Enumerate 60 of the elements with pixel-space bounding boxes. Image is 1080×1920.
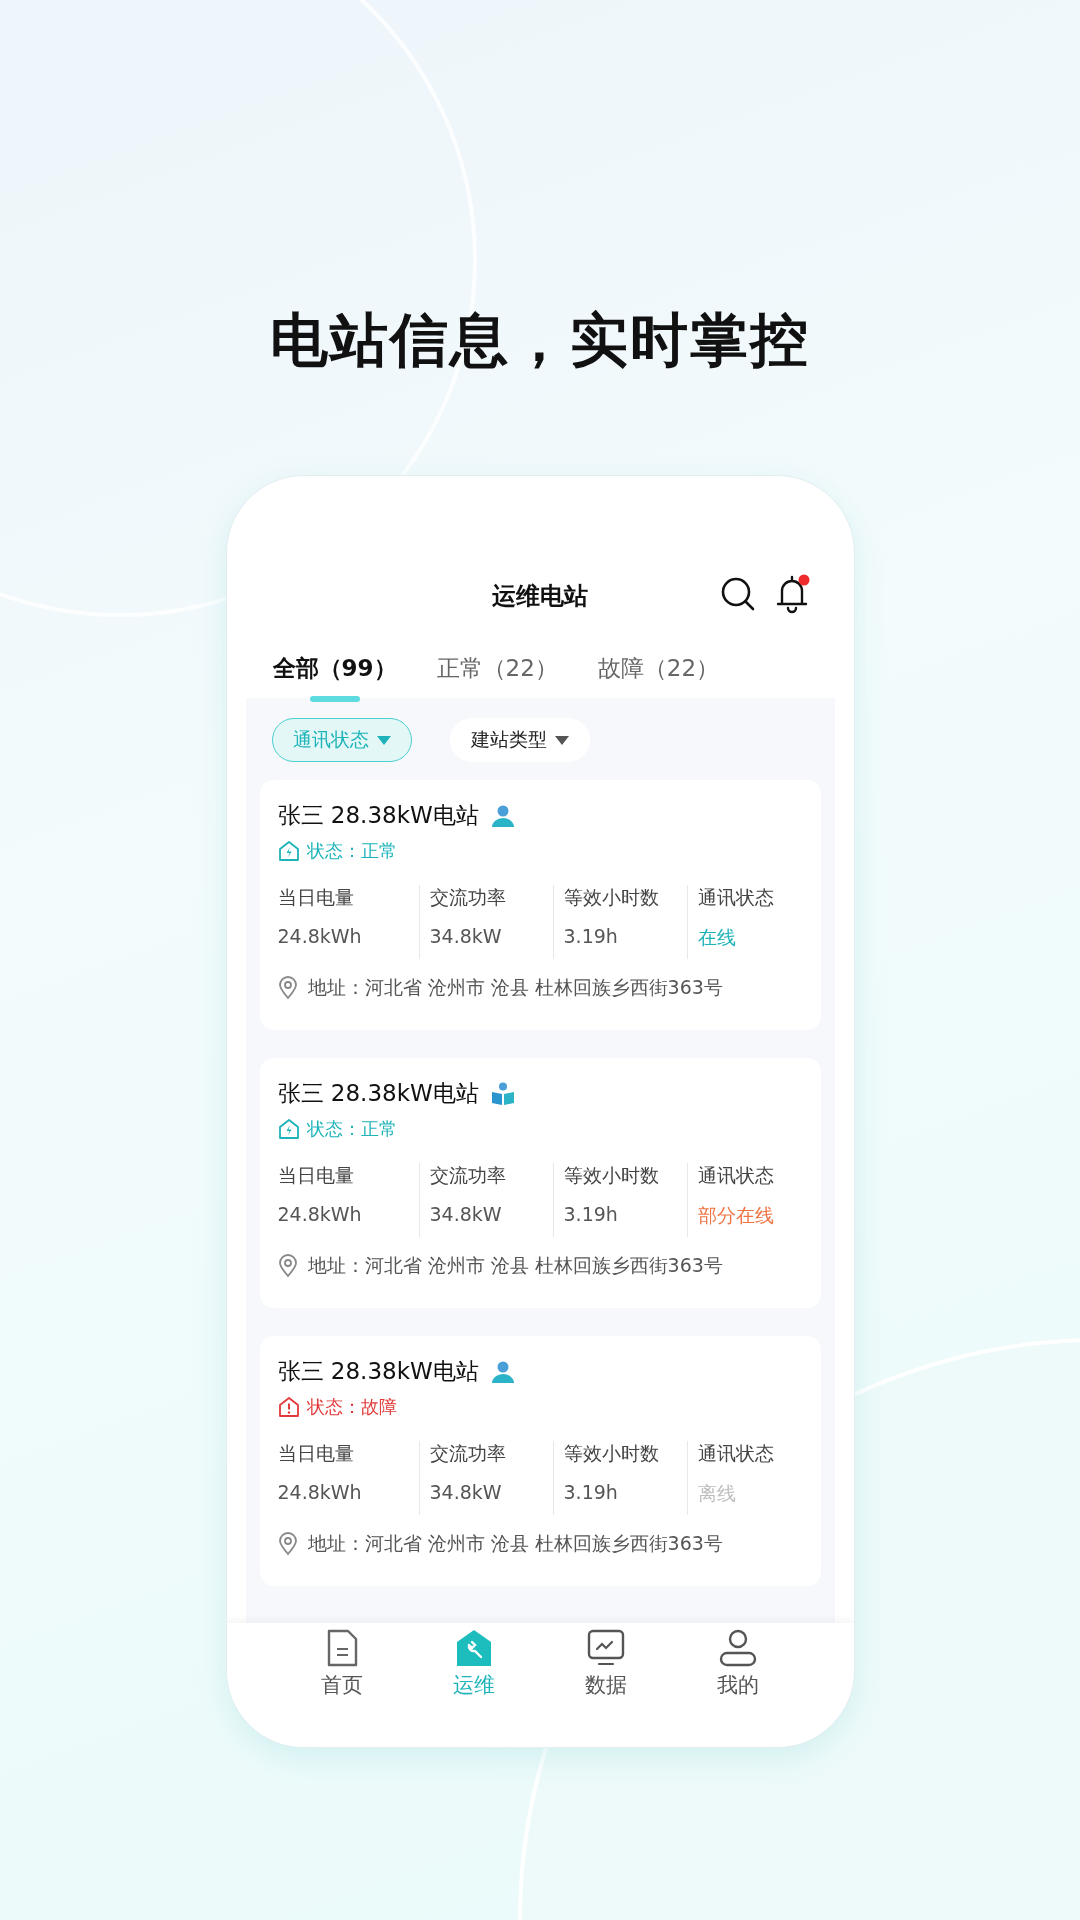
location-pin-icon	[277, 976, 298, 1000]
stat-value: 3.19h	[563, 1481, 619, 1503]
stat-value: 在线	[697, 925, 737, 950]
stat-value: 3.19h	[563, 1203, 619, 1225]
stat-value: 24.8kWh	[277, 1481, 363, 1503]
location-pin-icon	[277, 1254, 298, 1278]
page-title: 运维电站	[492, 581, 588, 612]
stat-label: 交流功率	[429, 885, 507, 910]
stat-value: 34.8kW	[429, 1481, 503, 1503]
monitor-chart-icon	[586, 1629, 625, 1667]
location-pin-icon	[277, 1532, 298, 1556]
search-icon[interactable]	[719, 576, 756, 612]
power-house-icon	[277, 1118, 300, 1140]
person-icon	[490, 803, 515, 828]
stat-value: 34.8kW	[429, 1203, 503, 1225]
station-name: 张三 28.38kW电站	[277, 1079, 479, 1108]
stat-label: 等效小时数	[563, 1441, 660, 1466]
tab[interactable]: 全部（99）	[272, 644, 397, 702]
stat-label: 等效小时数	[563, 885, 660, 910]
stat-value: 24.8kWh	[277, 1203, 363, 1225]
caret-icon	[554, 735, 569, 745]
headline: 电站信息，实时掌控	[270, 305, 810, 375]
warning-house-icon	[277, 1396, 300, 1418]
station-status: 状态：正常	[306, 839, 397, 863]
tab[interactable]: 正常（22）	[436, 644, 558, 702]
nav-tab[interactable]: 首页	[321, 1629, 364, 1701]
station-card[interactable]: 张三 28.38kW电站 状态：故障 当日电量 24.8kWh 交流功率 34.8kW 等效小时数 3.19h 通讯状态 离线 地址：河北省 沧州市 沧县 杜林回族乡西街363号	[259, 1336, 821, 1586]
stat-label: 当日电量	[277, 885, 355, 910]
station-status: 状态：正常	[306, 1117, 397, 1141]
station-status: 状态：故障	[306, 1395, 397, 1419]
stat-value: 部分在线	[697, 1203, 775, 1228]
station-name: 张三 28.38kW电站	[277, 801, 479, 830]
stat-label: 当日电量	[277, 1163, 355, 1188]
user-icon	[718, 1629, 757, 1667]
stat-label: 交流功率	[429, 1163, 507, 1188]
caret-icon	[376, 735, 391, 745]
stat-label: 通讯状态	[697, 885, 775, 910]
stat-value: 24.8kWh	[277, 925, 363, 947]
reader-icon	[490, 1081, 515, 1106]
stat-value: 34.8kW	[429, 925, 503, 947]
tab[interactable]: 故障（22）	[597, 644, 720, 702]
stat-label: 通讯状态	[697, 1163, 775, 1188]
stat-label: 等效小时数	[563, 1163, 660, 1188]
stat-label: 通讯状态	[697, 1441, 775, 1466]
station-address: 地址：河北省 沧州市 沧县 杜林回族乡西街363号	[307, 975, 723, 1000]
stat-label: 当日电量	[277, 1441, 355, 1466]
station-name: 张三 28.38kW电站	[277, 1357, 479, 1386]
station-address: 地址：河北省 沧州市 沧县 杜林回族乡西街363号	[307, 1531, 723, 1556]
stat-value: 3.19h	[563, 925, 619, 947]
stat-label: 交流功率	[429, 1441, 507, 1466]
power-house-icon	[277, 840, 300, 862]
filter-dropdown[interactable]: 建站类型	[449, 718, 590, 762]
nav-tab[interactable]: 我的	[716, 1629, 759, 1701]
person-icon	[490, 1359, 515, 1384]
station-address: 地址：河北省 沧州市 沧县 杜林回族乡西街363号	[307, 1253, 723, 1278]
station-card[interactable]: 张三 28.38kW电站 状态：正常 当日电量 24.8kWh 交流功率 34.8kW 等效小时数 3.19h 通讯状态 在线 地址：河北省 沧州市 沧县 杜林回族乡西街363号	[259, 780, 821, 1030]
station-card[interactable]: 张三 28.38kW电站 状态：正常 当日电量 24.8kWh 交流功率 34.8kW 等效小时数 3.19h 通讯状态 部分在线 地址：河北省 沧州市 沧县 杜林回族乡西街363号	[259, 1058, 821, 1308]
nav-tab[interactable]: 数据	[584, 1629, 627, 1701]
stat-value: 离线	[697, 1481, 737, 1506]
wrench-house-icon	[455, 1629, 494, 1667]
